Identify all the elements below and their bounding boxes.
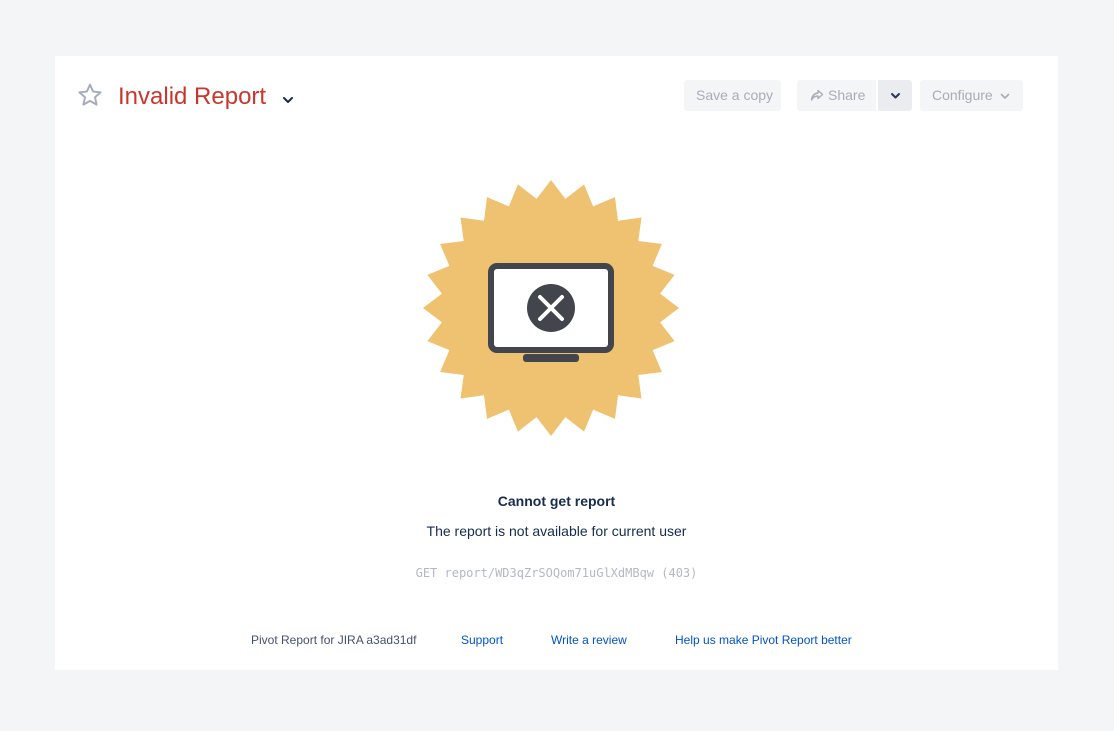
report-panel: Invalid Report Save a copy Share Configu… xyxy=(55,56,1058,670)
error-message: The report is not available for current … xyxy=(426,523,687,539)
share-button[interactable]: Share xyxy=(797,80,876,111)
share-label: Share xyxy=(828,87,866,103)
app-version: Pivot Report for JIRA a3ad31df xyxy=(251,633,417,647)
share-menu-button[interactable] xyxy=(878,80,912,111)
configure-label: Configure xyxy=(932,87,993,103)
save-copy-button[interactable]: Save a copy xyxy=(684,80,781,111)
share-icon xyxy=(810,89,824,101)
monitor-error-icon xyxy=(423,180,679,436)
chevron-down-icon xyxy=(891,93,900,99)
error-request: GET report/WD3qZrSOQom71uGlXdMBqw (403) xyxy=(415,566,698,580)
error-title: Cannot get report xyxy=(497,493,616,509)
page-title: Invalid Report xyxy=(118,83,267,110)
configure-button[interactable]: Configure xyxy=(920,80,1023,111)
support-link[interactable]: Support xyxy=(461,633,503,648)
star-icon[interactable] xyxy=(77,82,103,108)
chevron-down-icon[interactable] xyxy=(281,93,295,107)
chevron-down-icon xyxy=(1000,93,1010,99)
write-review-link[interactable]: Write a review xyxy=(551,633,627,648)
save-copy-label: Save a copy xyxy=(696,87,774,103)
feedback-link[interactable]: Help us make Pivot Report better xyxy=(675,633,852,648)
